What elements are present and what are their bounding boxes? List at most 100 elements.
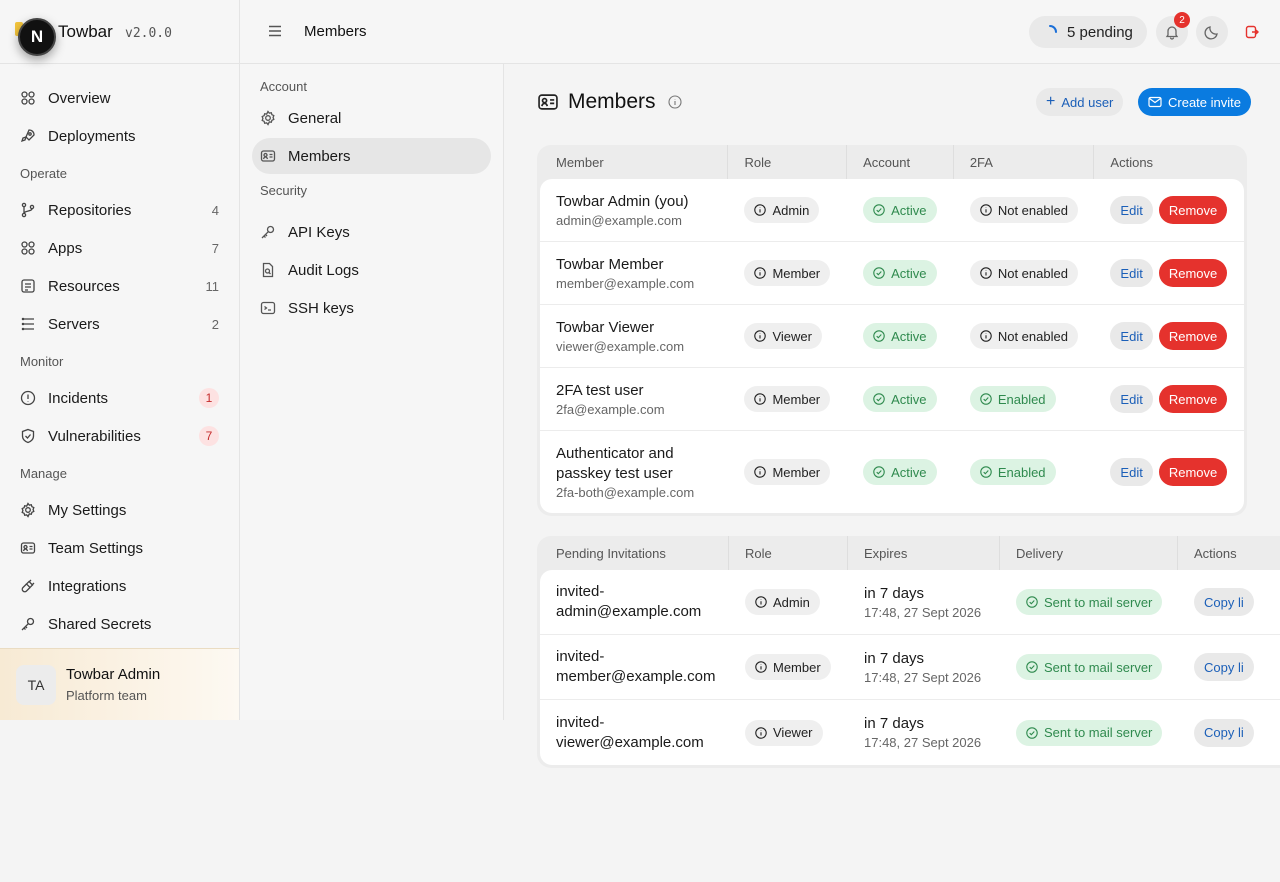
info-icon <box>980 267 998 279</box>
rocket-icon <box>20 128 36 144</box>
okchip: Active <box>863 386 937 412</box>
id-card-icon <box>260 148 276 164</box>
chip-label: Admin <box>773 594 810 610</box>
sidebar-item-my-settings[interactable]: My Settings <box>0 491 239 529</box>
copy-link-button[interactable]: Copy li <box>1194 718 1254 747</box>
sidebar-item-deployments[interactable]: Deployments <box>0 117 239 155</box>
sidebar-item-shared-secrets[interactable]: Shared Secrets <box>0 605 239 643</box>
okchip: Enabled <box>969 386 1056 412</box>
member-name: Towbar Admin (you) <box>556 193 689 210</box>
sidebar-item-incidents[interactable]: Incidents 1 <box>0 379 239 417</box>
invite-email-cell: invited-viewer@example.com <box>540 713 729 753</box>
okchip: Active <box>863 197 937 223</box>
column-header: Role <box>728 145 848 179</box>
account-cell: Active <box>847 197 954 223</box>
key-icon <box>260 224 276 240</box>
edit-button[interactable]: Edit <box>1110 196 1153 224</box>
member-cell: Towbar Viewer viewer@example.com <box>540 318 728 354</box>
account-cell: Active <box>847 260 954 286</box>
table-row: invited-viewer@example.com Viewer in 7 day… <box>540 700 1280 765</box>
subnav-item-members[interactable]: Members <box>252 138 491 174</box>
page-header: Members <box>537 90 682 114</box>
remove-button[interactable]: Remove <box>1158 259 1228 287</box>
spinner-icon <box>1043 25 1057 39</box>
edit-button[interactable]: Edit <box>1110 458 1153 486</box>
create-invite-button[interactable]: Create invite <box>1138 88 1251 116</box>
check-circle-icon <box>1026 596 1044 608</box>
user-card[interactable]: TA Towbar Admin Platform team <box>0 648 239 720</box>
member-email: 2fa@example.com <box>556 402 665 417</box>
menu-icon[interactable] <box>268 24 282 38</box>
copy-link-button[interactable]: Copy li <box>1194 653 1254 681</box>
chip-label: Enabled <box>997 391 1046 407</box>
remove-button[interactable]: Remove <box>1158 322 1228 350</box>
table-row: invited-member@example.com Member in 7 day… <box>540 635 1280 700</box>
expires-cell: in 7 days 17:48, 27 Sept 2026 <box>848 650 1000 685</box>
check-circle-icon <box>1026 661 1044 673</box>
pending-count: 5 pending <box>1067 23 1133 41</box>
brand-logo[interactable]: N <box>18 18 56 56</box>
sidebar-item-label: Apps <box>48 239 83 257</box>
rolechip: Not enabled <box>969 260 1078 286</box>
edit-button[interactable]: Edit <box>1110 322 1153 350</box>
sidebar-item-label: Deployments <box>48 127 136 145</box>
subnav-item-general[interactable]: General <box>252 100 491 136</box>
check-circle-icon <box>873 393 891 405</box>
role-cell: Member <box>728 386 847 412</box>
info-icon <box>754 466 772 478</box>
sidebar-item-resources[interactable]: Resources 11 <box>0 267 239 305</box>
sidebar-item-repositories[interactable]: Repositories 4 <box>0 191 239 229</box>
subnav-item-api-keys[interactable]: API Keys <box>252 214 491 250</box>
chip-label: Member <box>773 659 821 675</box>
role-cell: Admin <box>728 197 847 223</box>
grid-icon <box>20 90 36 106</box>
sidebar-item-count: 7 <box>211 240 219 256</box>
key-icon <box>20 616 36 632</box>
rolechip: Admin <box>744 197 820 223</box>
sidebar-item-team-settings[interactable]: Team Settings <box>0 529 239 567</box>
members-table: Member Role Account 2FA Actions Towbar A… <box>537 145 1247 516</box>
edit-button[interactable]: Edit <box>1110 385 1153 413</box>
actions-cell: Copy li <box>1178 718 1280 747</box>
logout-button[interactable] <box>1236 16 1268 48</box>
remove-button[interactable]: Remove <box>1158 196 1228 224</box>
remove-button[interactable]: Remove <box>1158 385 1228 413</box>
sidebar-item-label: Team Settings <box>48 539 144 557</box>
sidebar-item-overview[interactable]: Overview <box>0 79 239 117</box>
info-icon <box>980 204 998 216</box>
edit-button[interactable]: Edit <box>1110 259 1153 287</box>
info-icon[interactable] <box>667 95 682 109</box>
file-search-icon <box>260 262 276 278</box>
pending-jobs-button[interactable]: 5 pending <box>1029 16 1147 48</box>
expires-relative: in 7 days <box>864 715 925 732</box>
rolechip: Member <box>745 654 831 680</box>
subnav-section-security: Security <box>260 183 307 198</box>
subnav-item-ssh-keys[interactable]: SSH keys <box>252 290 491 326</box>
sidebar-item-integrations[interactable]: Integrations <box>0 567 239 605</box>
copy-link-button[interactable]: Copy li <box>1194 588 1254 616</box>
rolechip: Admin <box>745 589 820 615</box>
settings-subnav: Account General Members Security API Key… <box>240 64 504 720</box>
actions-cell: Edit Remove <box>1094 196 1244 224</box>
theme-toggle-button[interactable] <box>1196 16 1228 48</box>
info-icon <box>754 330 772 342</box>
subnav-item-audit-logs[interactable]: Audit Logs <box>252 252 491 288</box>
invite-email-cell: invited-admin@example.com <box>540 582 729 622</box>
notifications-button[interactable]: 2 <box>1156 12 1190 48</box>
sidebar-item-count: 2 <box>211 316 219 332</box>
column-header: 2FA <box>954 145 1095 179</box>
alert-circle-icon <box>20 390 36 406</box>
remove-button[interactable]: Remove <box>1158 458 1228 486</box>
role-cell: Viewer <box>729 719 848 746</box>
sidebar-item-vulnerabilities[interactable]: Vulnerabilities 7 <box>0 417 239 455</box>
info-icon <box>754 393 772 405</box>
sidebar: N Towbar v2.0.0 Overview Deployments Ope… <box>0 0 240 720</box>
sidebar-item-label: Overview <box>48 89 111 107</box>
moon-icon <box>1204 24 1220 40</box>
sidebar-item-servers[interactable]: Servers 2 <box>0 305 239 343</box>
sidebar-item-count: 11 <box>205 278 220 294</box>
brand-name: Towbar <box>58 22 113 41</box>
sidebar-item-apps[interactable]: Apps 7 <box>0 229 239 267</box>
sidebar-item-label: Incidents <box>48 389 109 407</box>
add-user-button[interactable]: + Add user <box>1036 88 1124 116</box>
